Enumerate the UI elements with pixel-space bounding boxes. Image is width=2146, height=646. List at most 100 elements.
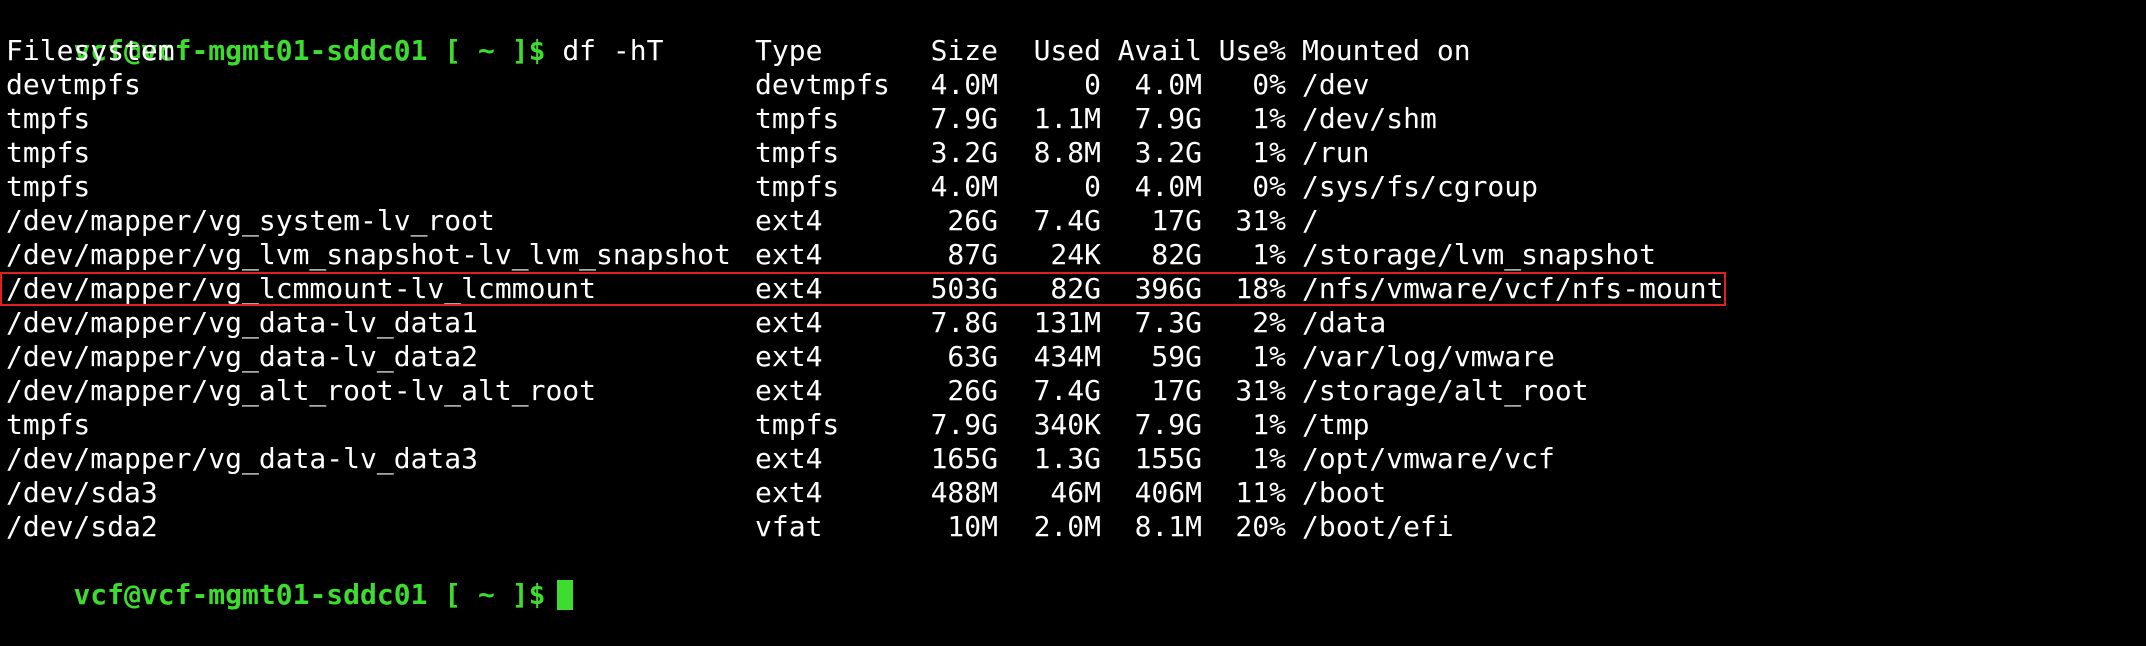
cell-type: ext4 [755,306,823,339]
cell-mounted-on: /nfs/vmware/vcf/nfs-mount [1302,272,1724,305]
cell-mounted-on: /boot [1302,476,1387,509]
shell-prompt: vcf@vcf-mgmt01-sddc01 [ ~ ]$ [73,578,546,611]
cell-size: 26G [947,204,998,237]
cell-used: 82G [1050,272,1101,305]
command-line: vcf@vcf-mgmt01-sddc01 [ ~ ]$ df -hT [6,0,2146,67]
terminal-window[interactable]: vcf@vcf-mgmt01-sddc01 [ ~ ]$ df -hT File… [0,0,2146,611]
cell-use-pct: 11% [1235,476,1286,509]
cell-type: ext4 [755,204,823,237]
header-mounted-on: Mounted on [1302,34,1471,67]
new-prompt-line: vcf@vcf-mgmt01-sddc01 [ ~ ]$ [6,544,2146,611]
cell-avail: 4.0M [1134,68,1202,101]
cell-avail: 406M [1134,476,1202,509]
cell-avail: 7.9G [1134,102,1202,135]
cell-filesystem: tmpfs [6,136,91,169]
table-row: /dev/mapper/vg_data-lv_data2 ext4 63G 434M 5… [6,340,2146,374]
cell-mounted-on: /dev/shm [1302,102,1437,135]
cell-avail: 7.9G [1134,408,1202,441]
cell-mounted-on: /var/log/vmware [1302,340,1555,373]
cell-filesystem: /dev/mapper/vg_lcmmount-lv_lcmmount [6,272,597,305]
header-type: Type [755,34,823,67]
table-row: tmpfs tmpfs 7.9G 1.1M 7.9G 1% /dev/shm [6,102,2146,136]
cell-mounted-on: / [1302,204,1319,237]
cell-used: 7.4G [1033,204,1101,237]
cell-use-pct: 1% [1252,340,1286,373]
cell-size: 503G [930,272,998,305]
table-row: /dev/mapper/vg_data-lv_data1 ext4 7.8G 131M… [6,306,2146,340]
table-header: Filesystem Type Size Used Avail Use% Mou… [6,34,2146,68]
cell-avail: 17G [1151,374,1202,407]
cell-mounted-on: /data [1302,306,1387,339]
header-use-pct: Use% [1218,34,1286,67]
cell-type: tmpfs [755,408,840,441]
cell-filesystem: tmpfs [6,408,91,441]
table-row: /dev/mapper/vg_lcmmount-lv_lcmmount ext4 5… [6,272,2146,306]
table-row: /dev/mapper/vg_data-lv_data3 ext4 165G 1.3G… [6,442,2146,476]
cell-size: 7.8G [930,306,998,339]
cell-mounted-on: /run [1302,136,1370,169]
cell-size: 87G [947,238,998,271]
cell-filesystem: tmpfs [6,102,91,135]
cell-avail: 4.0M [1134,170,1202,203]
cell-use-pct: 2% [1252,306,1286,339]
table-row: tmpfs tmpfs 4.0M 0 4.0M 0% /sys/fs/cgroup [6,170,2146,204]
header-filesystem: Filesystem [6,34,175,67]
cell-avail: 7.3G [1134,306,1202,339]
cell-used: 2.0M [1033,510,1101,543]
cell-used: 24K [1050,238,1101,271]
cell-used: 0 [1084,68,1101,101]
cell-type: ext4 [755,374,823,407]
table-row: /dev/mapper/vg_system-lv_root ext4 26G 7.4G… [6,204,2146,238]
cell-used: 0 [1084,170,1101,203]
filesystem-table: devtmpfs devtmpfs 4.0M 0 4.0M 0%/dev tmpfs tmpf… [6,68,2146,544]
cell-filesystem: /dev/sda2 [6,510,158,543]
cell-use-pct: 31% [1235,204,1286,237]
cell-mounted-on: /dev [1302,68,1370,101]
cell-size: 10M [947,510,998,543]
cell-avail: 3.2G [1134,136,1202,169]
table-row: /dev/mapper/vg_alt_root-lv_alt_root ext4 2… [6,374,2146,408]
cell-used: 7.4G [1033,374,1101,407]
cell-filesystem: devtmpfs [6,68,141,101]
cell-filesystem: /dev/mapper/vg_lvm_snapshot-lv_lvm_snaps… [6,238,731,271]
cell-size: 3.2G [930,136,998,169]
cell-type: tmpfs [755,102,840,135]
cell-use-pct: 31% [1235,374,1286,407]
cell-avail: 59G [1151,340,1202,373]
table-row: tmpfs tmpfs 3.2G 8.8M 3.2G 1% /run [6,136,2146,170]
cell-mounted-on: /opt/vmware/vcf [1302,442,1555,475]
cell-type: ext4 [755,238,823,271]
cell-type: ext4 [755,272,823,305]
cell-mounted-on: /sys/fs/cgroup [1302,170,1539,203]
cell-use-pct: 1% [1252,442,1286,475]
cell-avail: 82G [1151,238,1202,271]
cell-filesystem: /dev/sda3 [6,476,158,509]
cell-type: devtmpfs [755,68,890,101]
cell-used: 8.8M [1033,136,1101,169]
cell-use-pct: 1% [1252,102,1286,135]
header-size: Size [930,34,998,67]
cell-used: 340K [1033,408,1101,441]
cell-size: 7.9G [930,408,998,441]
cell-mounted-on: /storage/alt_root [1302,374,1589,407]
cell-mounted-on: /tmp [1302,408,1370,441]
header-used: Used [1033,34,1101,67]
cell-use-pct: 18% [1235,272,1286,305]
table-row: devtmpfs devtmpfs 4.0M 0 4.0M 0% /dev [6,68,2146,102]
cell-filesystem: /dev/mapper/vg_data-lv_data2 [6,340,479,373]
table-row: /dev/mapper/vg_lvm_snapshot-lv_lvm_snaps… [6,238,2146,272]
cell-type: tmpfs [755,136,840,169]
cell-filesystem: /dev/mapper/vg_data-lv_data1 [6,306,479,339]
cell-size: 7.9G [930,102,998,135]
header-avail: Avail [1117,34,1202,67]
cell-use-pct: 1% [1252,136,1286,169]
cell-size: 4.0M [930,68,998,101]
cell-avail: 155G [1134,442,1202,475]
cell-used: 1.3G [1033,442,1101,475]
cell-use-pct: 0% [1252,68,1286,101]
text-cursor[interactable] [557,580,574,610]
cell-use-pct: 0% [1252,170,1286,203]
table-row: tmpfs tmpfs 7.9G 340K 7.9G 1% /tmp [6,408,2146,442]
cell-type: tmpfs [755,170,840,203]
cell-filesystem: /dev/mapper/vg_data-lv_data3 [6,442,479,475]
